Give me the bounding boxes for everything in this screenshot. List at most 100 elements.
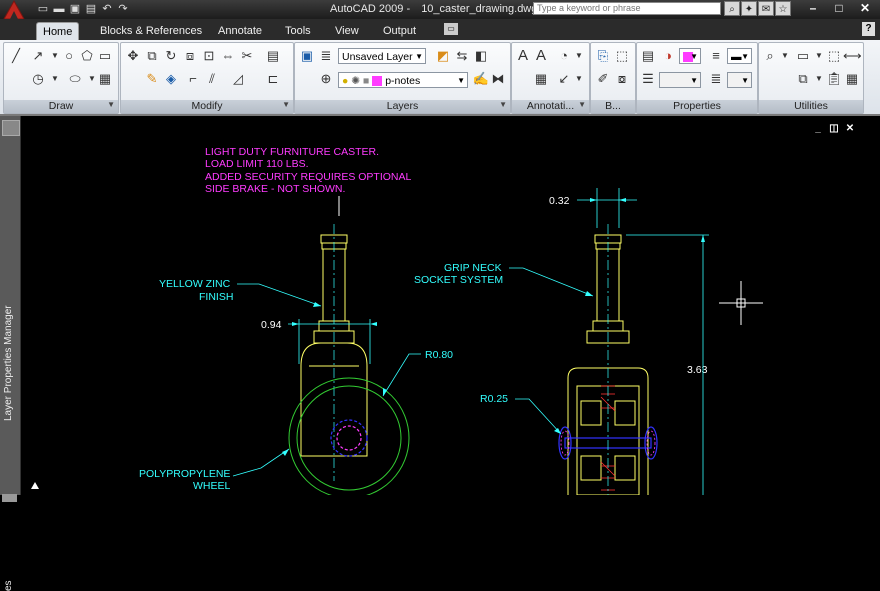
move-icon[interactable]: ✥ xyxy=(124,47,142,65)
measure-icon[interactable]: ⟷ xyxy=(843,47,862,65)
explode-icon[interactable]: ◈ xyxy=(162,70,180,88)
make-current-icon[interactable]: ⊕ xyxy=(317,70,335,88)
tab-output[interactable]: Output xyxy=(377,22,422,40)
help-icon[interactable]: ? xyxy=(862,22,875,36)
rectangle-icon[interactable]: ▭ xyxy=(96,47,114,65)
drawing-area[interactable]: _ ◫ ✕ LIGHT DUTY FURNITURE CASTER. LOAD … xyxy=(21,116,880,495)
panel-layers-title[interactable]: Layers ▼ xyxy=(295,100,510,113)
expand-arrow-icon[interactable]: ▼ xyxy=(499,98,507,111)
tab-tools[interactable]: Tools xyxy=(279,22,317,40)
palette-lower-title[interactable]: es xyxy=(3,580,14,591)
scale-icon[interactable]: ⊡ xyxy=(200,47,218,65)
layer-state-dropdown[interactable]: Unsaved Layer ▼ xyxy=(338,48,426,64)
favorites-icon[interactable]: ☆ xyxy=(775,1,791,16)
list-icon[interactable]: ☰ xyxy=(639,70,657,88)
palette-autohide-icon[interactable] xyxy=(2,120,20,136)
arc-dropdown-icon[interactable]: ▼ xyxy=(46,70,64,88)
subscription-icon[interactable]: ✦ xyxy=(741,1,757,16)
communication-icon[interactable]: ✉ xyxy=(758,1,774,16)
layer-dropdown[interactable]: ● ✺ ■ p-notes ▼ xyxy=(338,72,468,88)
panel-draw-title[interactable]: Draw ▼ xyxy=(4,100,118,113)
insert-block-icon[interactable]: ⎘ xyxy=(594,47,612,65)
match-layer-icon[interactable]: ✍ xyxy=(472,70,490,88)
single-line-text-icon[interactable]: A xyxy=(532,47,550,65)
autocad-logo-icon[interactable] xyxy=(2,0,26,20)
lock-icon: ■ xyxy=(363,75,370,87)
cad-drawing[interactable]: LIGHT DUTY FURNITURE CASTER. LOAD LIMIT … xyxy=(21,116,880,495)
layer-isolate-icon[interactable]: ◧ xyxy=(472,47,490,65)
panel-block-title[interactable]: B... xyxy=(591,100,635,113)
layer-previous-icon[interactable]: ◩ xyxy=(434,47,452,65)
transparency-dropdown[interactable]: ▼ xyxy=(727,72,752,88)
quick-select-icon[interactable]: ⬚ xyxy=(825,47,843,65)
panel-annotation-title[interactable]: Annotati... ▼ xyxy=(512,100,589,113)
layer-merge-icon[interactable]: ⧓ xyxy=(489,70,507,88)
tab-view[interactable]: View xyxy=(329,22,365,40)
tab-annotate[interactable]: Annotate xyxy=(212,22,268,40)
save-icon[interactable]: ▣ xyxy=(68,2,82,16)
match-properties-icon[interactable]: ▤ xyxy=(639,47,657,65)
print-icon[interactable]: ▤ xyxy=(84,2,98,16)
palette-title[interactable]: Layer Properties Manager xyxy=(3,305,14,421)
color-wheel-icon[interactable]: ◑ xyxy=(659,47,677,65)
table-icon[interactable]: ▦ xyxy=(532,70,550,88)
arc-icon[interactable]: ◷ xyxy=(29,70,47,88)
line-icon[interactable]: ╱ xyxy=(7,47,25,65)
layer-properties-icon[interactable]: ▣ xyxy=(298,47,316,65)
block-attribute-icon[interactable]: ⧇ xyxy=(613,70,631,88)
linetype-icon[interactable]: ≣ xyxy=(707,70,725,88)
zoom-dropdown-icon[interactable]: ▼ xyxy=(776,47,794,65)
minimize-button[interactable]: – xyxy=(800,0,826,17)
panel-utilities-title[interactable]: Utilities xyxy=(759,100,863,113)
polygon-icon[interactable]: ⬠ xyxy=(78,47,96,65)
new-icon[interactable]: ▭ xyxy=(36,2,50,16)
layer-states-icon[interactable]: ≣ xyxy=(317,47,335,65)
multiline-text-icon[interactable]: A xyxy=(514,47,532,65)
create-block-icon[interactable]: ⬚ xyxy=(613,47,631,65)
panel-draw: ╱ ↗ ▼ ○ ⬠ ▭ ◷ ▼ ⬭ ▼ ▦ Draw ▼ xyxy=(3,42,119,114)
erase-icon[interactable]: ✎ xyxy=(143,70,161,88)
copy-icon[interactable]: ⧉ xyxy=(143,47,161,65)
mirror-icon[interactable]: ⧈ xyxy=(181,47,199,65)
quick-access-toolbar: ▭ ▬ ▣ ▤ ↶ ↷ xyxy=(36,2,130,16)
linetype-dropdown[interactable]: ▼ xyxy=(659,72,701,88)
stretch-icon[interactable]: ⇔ xyxy=(219,47,237,65)
panel-properties-title[interactable]: Properties xyxy=(637,100,757,113)
offset-icon[interactable]: ⫽ xyxy=(203,70,221,88)
dimension-dropdown-icon[interactable]: ▼ xyxy=(570,47,588,65)
layer-walk-icon[interactable]: ⇆ xyxy=(453,47,471,65)
calculator-icon[interactable]: ▦ xyxy=(843,70,861,88)
search-input[interactable] xyxy=(533,2,721,15)
paste-icon[interactable]: 📋︎ xyxy=(825,70,843,88)
rotate-icon[interactable]: ↻ xyxy=(162,47,180,65)
restore-button[interactable]: □ xyxy=(826,0,852,17)
circle-icon[interactable]: ○ xyxy=(60,47,78,65)
ribbon-minimize-icon[interactable]: ▭ xyxy=(444,23,458,35)
lineweight-icon[interactable]: ≡ xyxy=(707,47,725,65)
chamfer-icon[interactable]: ◿ xyxy=(229,70,247,88)
color-dropdown[interactable]: ▼ xyxy=(679,48,701,64)
close-button[interactable]: ✕ xyxy=(852,0,878,17)
lineweight-dropdown[interactable]: ▬ ▼ xyxy=(727,48,752,64)
tab-home[interactable]: Home xyxy=(36,22,80,41)
multileader-dropdown-icon[interactable]: ▼ xyxy=(570,70,588,88)
wheel-inner xyxy=(296,385,402,491)
trim-icon[interactable]: ✂ xyxy=(238,47,256,65)
polyline-icon[interactable]: ↗ xyxy=(29,47,47,65)
break-icon[interactable]: ⊏ xyxy=(264,70,282,88)
undo-icon[interactable]: ↶ xyxy=(100,2,114,16)
expand-arrow-icon[interactable]: ▼ xyxy=(578,98,586,111)
edit-block-icon[interactable]: ✐ xyxy=(594,70,612,88)
hatch-icon[interactable]: ▦ xyxy=(96,70,114,88)
expand-arrow-icon[interactable]: ▼ xyxy=(282,98,290,111)
fillet-icon[interactable]: ⌐ xyxy=(184,70,202,88)
ellipse-icon[interactable]: ⬭ xyxy=(66,70,84,88)
search-icon[interactable]: ⌕ xyxy=(724,1,740,16)
expand-arrow-icon[interactable]: ▼ xyxy=(107,98,115,111)
tab-blocks-references[interactable]: Blocks & References xyxy=(94,22,208,40)
redo-icon[interactable]: ↷ xyxy=(116,2,130,16)
open-icon[interactable]: ▬ xyxy=(52,2,66,16)
panel-modify-title[interactable]: Modify ▼ xyxy=(121,100,293,113)
array-icon[interactable]: ▤ xyxy=(264,47,282,65)
chevron-down-icon: ▼ xyxy=(457,76,465,85)
